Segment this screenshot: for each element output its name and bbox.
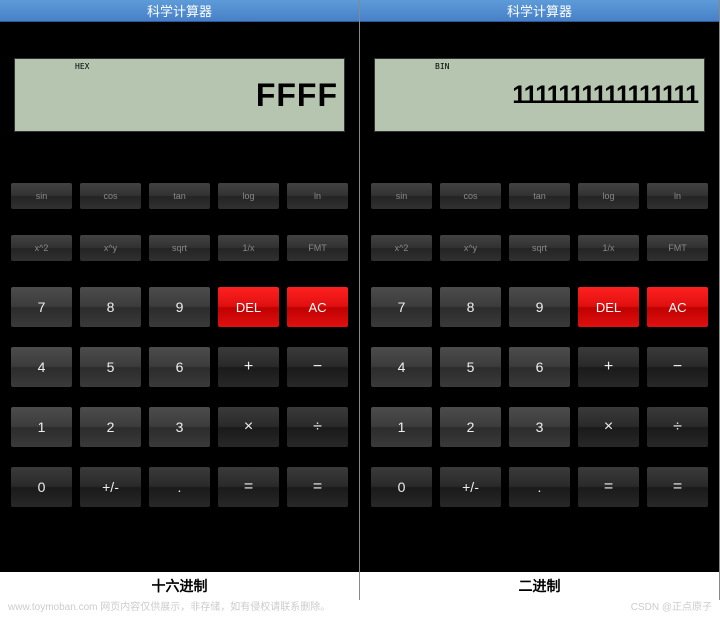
divide-button[interactable]: ÷ — [286, 406, 349, 448]
plus-minus-button[interactable]: +/- — [439, 466, 502, 508]
digit-1-button[interactable]: 1 — [10, 406, 73, 448]
digit-3-button[interactable]: 3 — [148, 406, 211, 448]
plus-button[interactable]: + — [217, 346, 280, 388]
del-button[interactable]: DEL — [217, 286, 280, 328]
fmt-button[interactable]: FMT — [646, 234, 709, 262]
digit-1-button[interactable]: 1 — [370, 406, 433, 448]
num-row-2: 4 5 6 + − — [370, 346, 709, 388]
footer-label: 二进制 — [360, 572, 719, 600]
keypad: sin cos tan log ln x^2 x^y sqrt 1/x FMT … — [360, 182, 719, 502]
minus-button[interactable]: − — [286, 346, 349, 388]
cos-button[interactable]: cos — [439, 182, 502, 210]
digit-6-button[interactable]: 6 — [508, 346, 571, 388]
sin-button[interactable]: sin — [10, 182, 73, 210]
digit-2-button[interactable]: 2 — [439, 406, 502, 448]
del-button[interactable]: DEL — [577, 286, 640, 328]
inv-button[interactable]: 1/x — [217, 234, 280, 262]
function-row-2: x^2 x^y sqrt 1/x FMT — [10, 234, 349, 262]
digit-8-button[interactable]: 8 — [439, 286, 502, 328]
digit-8-button[interactable]: 8 — [79, 286, 142, 328]
tan-button[interactable]: tan — [508, 182, 571, 210]
digit-2-button[interactable]: 2 — [79, 406, 142, 448]
plus-minus-button[interactable]: +/- — [79, 466, 142, 508]
equals-button[interactable]: = — [217, 466, 280, 508]
ac-button[interactable]: AC — [286, 286, 349, 328]
sqrt-button[interactable]: sqrt — [508, 234, 571, 262]
footer-label: 十六进制 — [0, 572, 359, 600]
calculator-left: 科学计算器 HEX FFFF sin cos tan log ln x^2 x^… — [0, 0, 360, 600]
digit-9-button[interactable]: 9 — [148, 286, 211, 328]
function-row-2: x^2 x^y sqrt 1/x FMT — [370, 234, 709, 262]
digit-3-button[interactable]: 3 — [508, 406, 571, 448]
digit-6-button[interactable]: 6 — [148, 346, 211, 388]
display-value: FFFF — [256, 77, 338, 114]
cos-button[interactable]: cos — [79, 182, 142, 210]
sin-button[interactable]: sin — [370, 182, 433, 210]
display-value: 1111111111111111 — [512, 81, 698, 110]
num-row-4: 0 +/- . = = — [10, 466, 349, 508]
xy-button[interactable]: x^y — [79, 234, 142, 262]
function-row-1: sin cos tan log ln — [370, 182, 709, 210]
num-row-2: 4 5 6 + − — [10, 346, 349, 388]
digit-0-button[interactable]: 0 — [370, 466, 433, 508]
app-title: 科学计算器 — [507, 1, 572, 20]
digit-4-button[interactable]: 4 — [370, 346, 433, 388]
decimal-button[interactable]: . — [148, 466, 211, 508]
divide-button[interactable]: ÷ — [646, 406, 709, 448]
digit-7-button[interactable]: 7 — [10, 286, 73, 328]
calculator-right: 科学计算器 BIN 1111111111111111 sin cos tan l… — [360, 0, 720, 600]
num-row-1: 7 8 9 DEL AC — [10, 286, 349, 328]
log-button[interactable]: log — [577, 182, 640, 210]
digit-4-button[interactable]: 4 — [10, 346, 73, 388]
app-title: 科学计算器 — [147, 1, 212, 20]
ln-button[interactable]: ln — [646, 182, 709, 210]
equals-button-2[interactable]: = — [286, 466, 349, 508]
digit-0-button[interactable]: 0 — [10, 466, 73, 508]
display-mode-label: HEX — [75, 62, 89, 71]
multiply-button[interactable]: × — [577, 406, 640, 448]
ln-button[interactable]: ln — [286, 182, 349, 210]
minus-button[interactable]: − — [646, 346, 709, 388]
function-row-1: sin cos tan log ln — [10, 182, 349, 210]
display-mode-label: BIN — [435, 62, 449, 71]
title-bar: 科学计算器 — [360, 0, 719, 22]
num-row-3: 1 2 3 × ÷ — [370, 406, 709, 448]
equals-button[interactable]: = — [577, 466, 640, 508]
plus-button[interactable]: + — [577, 346, 640, 388]
num-row-4: 0 +/- . = = — [370, 466, 709, 508]
display: BIN 1111111111111111 — [374, 58, 705, 132]
equals-button-2[interactable]: = — [646, 466, 709, 508]
keypad: sin cos tan log ln x^2 x^y sqrt 1/x FMT … — [0, 182, 359, 502]
multiply-button[interactable]: × — [217, 406, 280, 448]
sqrt-button[interactable]: sqrt — [148, 234, 211, 262]
tan-button[interactable]: tan — [148, 182, 211, 210]
inv-button[interactable]: 1/x — [577, 234, 640, 262]
num-row-1: 7 8 9 DEL AC — [370, 286, 709, 328]
watermark-right: CSDN @正点原子 — [631, 598, 712, 613]
num-row-3: 1 2 3 × ÷ — [10, 406, 349, 448]
digit-5-button[interactable]: 5 — [79, 346, 142, 388]
display: HEX FFFF — [14, 58, 345, 132]
decimal-button[interactable]: . — [508, 466, 571, 508]
digit-9-button[interactable]: 9 — [508, 286, 571, 328]
xy-button[interactable]: x^y — [439, 234, 502, 262]
digit-7-button[interactable]: 7 — [370, 286, 433, 328]
x2-button[interactable]: x^2 — [370, 234, 433, 262]
log-button[interactable]: log — [217, 182, 280, 210]
watermark-left: www.toymoban.com 网页内容仅供展示，非存储，如有侵权请联系删除。 — [8, 598, 330, 613]
x2-button[interactable]: x^2 — [10, 234, 73, 262]
title-bar: 科学计算器 — [0, 0, 359, 22]
ac-button[interactable]: AC — [646, 286, 709, 328]
digit-5-button[interactable]: 5 — [439, 346, 502, 388]
fmt-button[interactable]: FMT — [286, 234, 349, 262]
